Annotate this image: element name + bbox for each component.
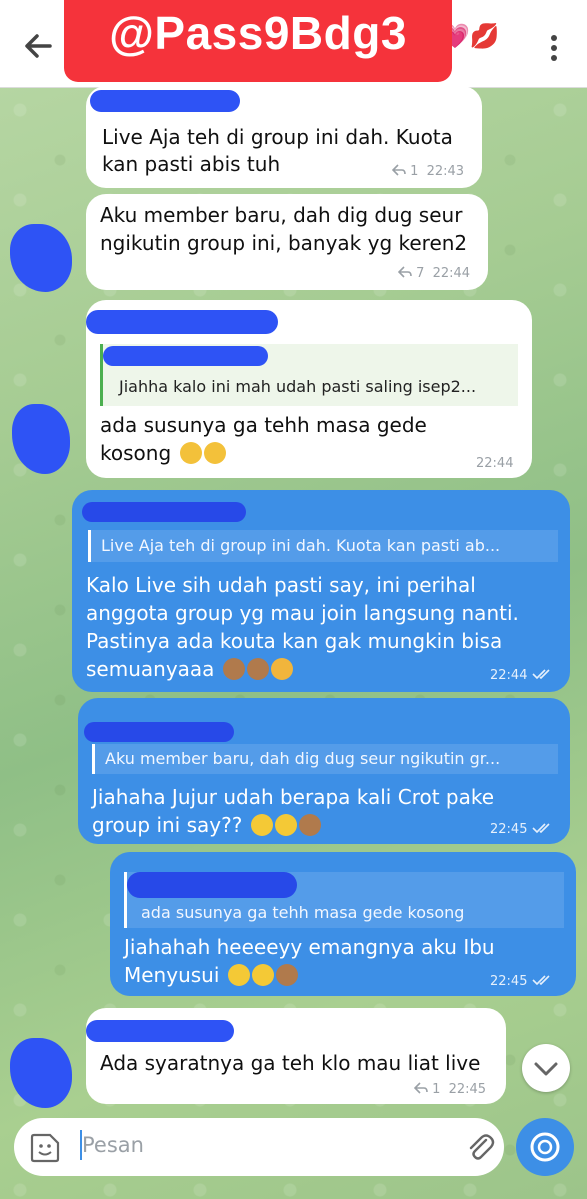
- message-text: Jiahaha Jujur udah berapa kali Crot pake: [92, 785, 495, 809]
- message-time: 22:44: [476, 456, 514, 471]
- redacted-avatar: [10, 224, 72, 292]
- message-time: 22:44: [490, 668, 528, 683]
- redacted-sender-name: [86, 1020, 234, 1042]
- message-text: Jiahahah heeeeyy emangnya aku Ibu: [124, 935, 495, 959]
- message-meta: 7 22:44: [397, 266, 471, 281]
- message-text-part: Menyusui: [124, 963, 220, 987]
- double-check-icon: [532, 823, 550, 834]
- grinning-face-emoji-icon: [250, 814, 273, 836]
- double-check-icon: [532, 975, 550, 986]
- redacted-avatar: [10, 1038, 72, 1108]
- reply-icon: [391, 164, 406, 176]
- redacted-sender-name: [90, 90, 240, 112]
- message-text: Pastinya ada kouta kan gak mungkin bisa: [86, 629, 503, 653]
- message-time: 22:44: [432, 266, 471, 281]
- redacted-sender-name: [82, 502, 246, 522]
- quote-text: Live Aja teh di group ini dah. Kuota kan…: [101, 536, 501, 555]
- redacted-quote-author: [127, 872, 297, 898]
- message-bubble-incoming[interactable]: Jiahha kalo ini mah udah pasti saling is…: [86, 300, 532, 478]
- message-text: kosong: [100, 440, 226, 467]
- message-text: semuanyaaa: [86, 656, 293, 683]
- message-meta: 1 22:45: [413, 1082, 487, 1097]
- message-input[interactable]: Pesan: [82, 1133, 144, 1157]
- reply-count: 1: [432, 1082, 441, 1097]
- message-meta: 1 22:43: [391, 164, 465, 179]
- quote-text: Aku member baru, dah dig dug seur ngikut…: [105, 749, 501, 768]
- quote-text: Jiahha kalo ini mah udah pasti saling is…: [119, 377, 477, 396]
- see-no-evil-monkey-icon: [275, 964, 298, 986]
- message-bubble-incoming[interactable]: Aku member baru, dah dig dug seur ngikut…: [86, 194, 488, 290]
- sticker-button[interactable]: [28, 1131, 62, 1165]
- message-bubble-incoming[interactable]: Ada syaratnya ga teh klo mau liat live 1…: [86, 1008, 506, 1104]
- message-text-part: group ini say??: [92, 813, 243, 837]
- watermark-banner: @Pass9Bdg3: [64, 0, 452, 82]
- message-text: Menyusui: [124, 962, 298, 989]
- redacted-quote-author: [103, 346, 268, 366]
- redacted-sender-name: [86, 310, 278, 334]
- message-text: kan pasti abis tuh: [102, 152, 281, 176]
- message-text: Live Aja teh di group ini dah. Kuota: [102, 125, 453, 149]
- grinning-face-emoji-icon: [251, 964, 274, 986]
- message-bubble-incoming[interactable]: Live Aja teh di group ini dah. Kuota kan…: [86, 86, 482, 188]
- kebab-menu-icon: [551, 35, 557, 61]
- quoted-message: Aku member baru, dah dig dug seur ngikut…: [92, 744, 558, 774]
- message-text: Aku member baru, dah dig dug seur: [100, 203, 463, 227]
- camera-button[interactable]: [516, 1118, 574, 1176]
- message-bubble-outgoing[interactable]: ada susunya ga tehh masa gede kosong Jia…: [110, 852, 576, 996]
- quoted-message: ada susunya ga tehh masa gede kosong: [124, 872, 564, 928]
- more-options-button[interactable]: [539, 30, 569, 66]
- message-time: 22:45: [448, 1082, 487, 1097]
- message-text-part: semuanyaaa: [86, 657, 215, 681]
- shocked-face-emoji-icon: [203, 442, 226, 464]
- message-text: ada susunya ga tehh masa gede: [100, 413, 427, 437]
- see-no-evil-monkey-icon: [298, 814, 321, 836]
- message-meta: 22:45: [490, 974, 554, 989]
- reply-icon: [397, 266, 412, 278]
- attach-button[interactable]: [464, 1130, 496, 1164]
- see-no-evil-monkey-icon: [246, 658, 269, 680]
- reply-count: 7: [416, 266, 425, 281]
- message-text-part: kosong: [100, 441, 172, 465]
- watermark-text: @Pass9Bdg3: [109, 7, 407, 59]
- attach-icon: [469, 1134, 495, 1160]
- message-text: Ada syaratnya ga teh klo mau liat live: [100, 1051, 481, 1075]
- grinning-face-emoji-icon: [227, 964, 250, 986]
- message-text: group ini say??: [92, 812, 321, 839]
- scroll-to-bottom-button[interactable]: [522, 1044, 570, 1092]
- message-text: ngikutin group ini, banyak yg keren2: [100, 231, 468, 255]
- shocked-face-emoji-icon: [179, 442, 202, 464]
- message-text: anggota group yg mau join langsung nanti…: [86, 601, 519, 625]
- kiss-face-emoji-icon: [270, 658, 293, 680]
- reply-icon: [413, 1082, 428, 1094]
- message-bubble-outgoing[interactable]: Aku member baru, dah dig dug seur ngikut…: [78, 698, 570, 844]
- camera-icon: [530, 1132, 560, 1162]
- see-no-evil-monkey-icon: [222, 658, 245, 680]
- back-arrow-icon: [25, 34, 52, 58]
- message-text: Kalo Live sih udah pasti say, ini periha…: [86, 573, 476, 597]
- quoted-message: Live Aja teh di group ini dah. Kuota kan…: [88, 530, 558, 562]
- redacted-sender-name: [84, 722, 234, 742]
- quote-text: ada susunya ga tehh masa gede kosong: [141, 903, 465, 922]
- grinning-face-emoji-icon: [274, 814, 297, 836]
- reply-count: 1: [410, 164, 419, 179]
- quoted-message: Jiahha kalo ini mah udah pasti saling is…: [100, 344, 518, 406]
- double-check-icon: [532, 669, 550, 680]
- chevron-down-icon: [534, 1062, 558, 1076]
- message-meta: 22:44: [490, 668, 554, 683]
- message-time: 22:43: [426, 164, 465, 179]
- redacted-avatar: [12, 404, 70, 474]
- message-time: 22:45: [490, 974, 528, 989]
- message-meta: 22:45: [490, 822, 554, 837]
- message-time: 22:45: [490, 822, 528, 837]
- message-bubble-outgoing[interactable]: Live Aja teh di group ini dah. Kuota kan…: [72, 490, 570, 692]
- back-button[interactable]: [18, 26, 58, 66]
- sticker-icon: [30, 1133, 60, 1163]
